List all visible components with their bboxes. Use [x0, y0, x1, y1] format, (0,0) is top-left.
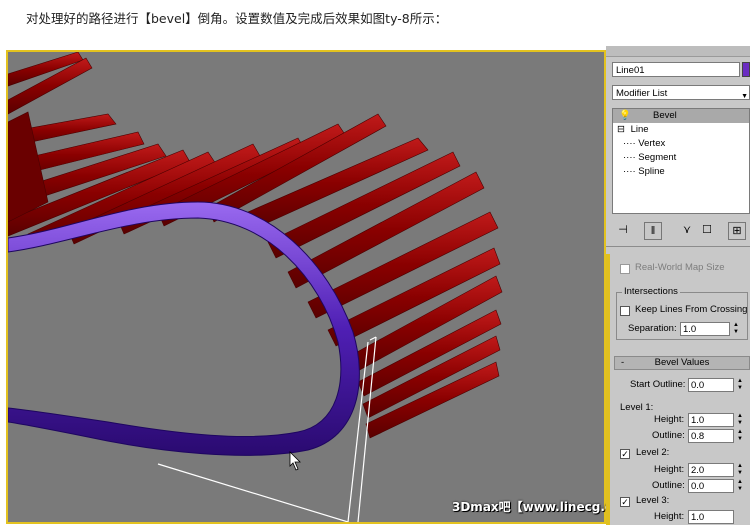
level3-label: Level 3:: [636, 495, 670, 506]
software-screenshot: 3Dmax吧【www.linecg.com/tieba/1771】 Line01…: [0, 46, 750, 525]
real-world-map-size-label: Real-World Map Size: [635, 262, 725, 273]
level3-height-label: Height:: [654, 511, 685, 522]
object-name-field[interactable]: Line01: [612, 62, 740, 77]
modifier-stack[interactable]: 💡 Bevel ⊟ Line ···· Vertex ···· Segment …: [612, 108, 750, 214]
divider: [606, 246, 750, 247]
intersections-title: Intersections: [622, 286, 680, 297]
modifier-list-dropdown[interactable]: Modifier List ▼: [612, 85, 750, 100]
pin-stack-icon[interactable]: ⊣: [614, 222, 632, 240]
separation-spinner-arrows[interactable]: ▲ ▼: [732, 322, 740, 336]
stack-item-bevel-label: Bevel: [653, 110, 677, 121]
level2-label: Level 2:: [636, 447, 670, 458]
tree-line: ····: [623, 152, 636, 163]
start-outline-spinner-arrows[interactable]: ▲ ▼: [736, 378, 744, 392]
modifier-list-label: Modifier List: [616, 88, 668, 99]
stack-item-vertex-label: Vertex: [638, 138, 666, 149]
collapse-icon: -: [621, 357, 625, 368]
bevel-values-title: Bevel Values: [654, 357, 710, 368]
stack-item-segment[interactable]: ···· Segment: [623, 151, 676, 165]
panel-top-toolbar: [606, 46, 750, 57]
red-slats: [8, 52, 503, 439]
object-color-swatch[interactable]: [742, 62, 750, 77]
level1-outline-label: Outline:: [652, 430, 685, 441]
level1-height-spinner-arrows[interactable]: ▲ ▼: [736, 413, 744, 427]
level1-outline-spinner-arrows[interactable]: ▲ ▼: [736, 429, 744, 443]
stack-item-spline[interactable]: ···· Spline: [623, 165, 665, 179]
bevel-values-rollout-header[interactable]: - Bevel Values: [614, 356, 750, 370]
level1-outline-spinner[interactable]: 0.8: [688, 429, 734, 443]
mouse-cursor-icon: [289, 451, 301, 471]
remove-modifier-icon[interactable]: ☐: [698, 222, 716, 240]
level2-outline-spinner[interactable]: 0.0: [688, 479, 734, 493]
keep-lines-checkbox[interactable]: [620, 306, 630, 316]
stack-item-bevel[interactable]: 💡 Bevel: [613, 109, 749, 123]
collapse-icon: ⊟: [617, 124, 625, 135]
separation-spinner[interactable]: 1.0: [680, 322, 730, 336]
start-outline-label: Start Outline:: [630, 379, 686, 390]
caption-text: 对处理好的路径进行【bevel】倒角。设置数值及完成后效果如图ty-8所示：: [26, 11, 448, 26]
keep-lines-label: Keep Lines From Crossing: [635, 304, 748, 315]
command-panel: Line01 Modifier List ▼ 💡 Bevel ⊟ Line ··…: [606, 46, 750, 525]
stack-item-spline-label: Spline: [638, 166, 665, 177]
level1-height-spinner[interactable]: 1.0: [688, 413, 734, 427]
level1-height-label: Height:: [654, 414, 685, 425]
viewport-render: [8, 52, 503, 522]
level2-height-spinner[interactable]: 2.0: [688, 463, 734, 477]
level2-height-label: Height:: [654, 464, 685, 475]
level1-label: Level 1:: [620, 402, 654, 413]
show-end-result-icon[interactable]: ‖: [644, 222, 662, 240]
configure-modifier-sets-icon[interactable]: ⊞: [728, 222, 746, 240]
3d-viewport[interactable]: [8, 52, 606, 522]
stack-item-segment-label: Segment: [638, 152, 677, 163]
stack-item-line-label: Line: [630, 124, 649, 135]
level2-outline-label: Outline:: [652, 480, 685, 491]
rollout-scrollbar[interactable]: [606, 254, 610, 525]
level2-height-spinner-arrows[interactable]: ▲ ▼: [736, 463, 744, 477]
tree-line: ····: [623, 166, 636, 177]
make-unique-icon[interactable]: ⋎: [678, 222, 696, 240]
lightbulb-icon: 💡: [619, 110, 631, 121]
stack-item-line[interactable]: ⊟ Line: [617, 123, 649, 137]
level2-outline-spinner-arrows[interactable]: ▲ ▼: [736, 479, 744, 493]
start-outline-spinner[interactable]: 0.0: [688, 378, 734, 392]
tree-line: ····: [623, 138, 636, 149]
level2-checkbox[interactable]: ✓: [620, 449, 630, 459]
stack-item-vertex[interactable]: ···· Vertex: [623, 137, 665, 151]
level3-checkbox[interactable]: ✓: [620, 497, 630, 507]
level3-height-spinner[interactable]: 1.0: [688, 510, 734, 524]
separation-label: Separation:: [628, 323, 677, 334]
chevron-down-icon: ▼: [741, 93, 748, 100]
real-world-map-size-checkbox[interactable]: [620, 264, 630, 274]
